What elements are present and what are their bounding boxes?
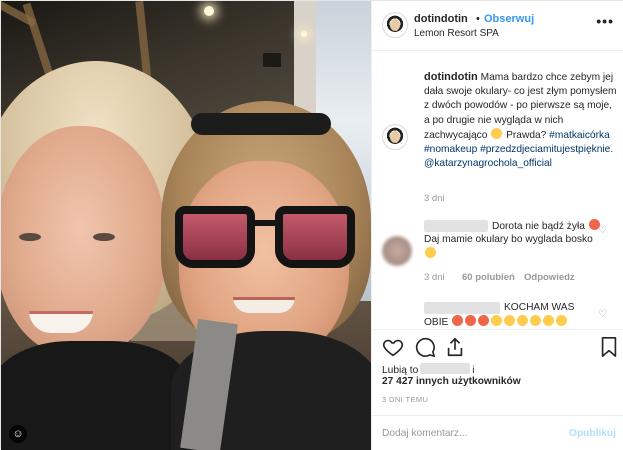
likes-prefix: Lubią to	[382, 365, 419, 376]
comment-text: OBIE	[424, 315, 604, 329]
tinted-glasses	[175, 206, 355, 268]
liker-username-blurred[interactable]	[420, 363, 471, 374]
person-left-eye	[19, 233, 41, 241]
heart-eyes-emoji-icon	[452, 315, 464, 326]
ceiling-vent	[263, 53, 281, 67]
ceiling-lamp	[301, 31, 307, 37]
share-icon[interactable]	[444, 336, 466, 358]
bookmark-icon[interactable]	[598, 336, 620, 358]
publish-button[interactable]: Opublikuj	[569, 428, 616, 439]
caption-username[interactable]: dotindotin	[424, 71, 478, 83]
post-header: dotindotin • Obserwuj Lemon Resort SPA •…	[372, 1, 623, 51]
smile-emoji-icon	[491, 315, 503, 326]
laughing-emoji-icon	[491, 127, 503, 139]
separator-dot: •	[476, 13, 480, 25]
glasses-lens	[275, 206, 355, 268]
post-date[interactable]: 3 DNI TEMU	[382, 395, 428, 404]
comment-likes-count[interactable]: 60 polubień	[462, 272, 515, 283]
comment-text: Daj mamie okulary bo wyglada bosko	[424, 233, 604, 262]
post-sidebar: dotindotin • Obserwuj Lemon Resort SPA •…	[371, 1, 623, 450]
heart-icon[interactable]	[382, 336, 404, 358]
commenter-avatar[interactable]	[382, 236, 412, 266]
heart-eyes-emoji-icon	[478, 315, 490, 326]
smile-emoji-icon	[517, 315, 529, 326]
follow-button[interactable]: Obserwuj	[484, 13, 534, 25]
smile-emoji-icon	[425, 247, 436, 259]
ceiling-lamp	[204, 6, 214, 16]
person-right-smile	[233, 297, 295, 313]
person-left-eye	[93, 233, 115, 241]
glasses-bridge	[253, 220, 277, 226]
hashtag-link[interactable]: #matkaicórka	[549, 130, 610, 141]
author-username[interactable]: dotindotin	[414, 13, 468, 25]
action-bar	[372, 329, 623, 363]
mention-link[interactable]: @katarzynagrochola_official	[424, 158, 552, 169]
commenter-username-blurred[interactable]	[424, 220, 488, 232]
likes-line: Lubią to i	[382, 363, 475, 377]
comments-section[interactable]: dotindotin Mama bardzo chce zebym jej da…	[372, 52, 623, 329]
hashtag-link[interactable]: #przedzdjeciamitujestpięknie.	[480, 144, 613, 155]
add-comment-section: Opublikuj	[372, 415, 623, 450]
comment-input[interactable]	[382, 425, 552, 441]
post-caption: dotindotin Mama bardzo chce zebym jej da…	[424, 70, 618, 171]
commenter-username-blurred[interactable]	[424, 302, 500, 314]
smile-emoji-icon	[543, 315, 555, 326]
comment-like-icon[interactable]: ♡	[598, 310, 608, 320]
author-avatar[interactable]	[382, 12, 408, 38]
sunglasses-on-head	[191, 113, 331, 135]
comment-text: KOCHAM WAS	[504, 302, 575, 313]
glasses-lens	[175, 206, 255, 268]
caption-age[interactable]: 3 dni	[424, 193, 445, 204]
smile-emoji-icon	[530, 315, 542, 326]
comment-age[interactable]: 3 dni	[424, 272, 445, 283]
smile-emoji-icon	[504, 315, 516, 326]
comment-icon[interactable]	[414, 336, 436, 358]
caption-author-avatar[interactable]	[382, 124, 408, 150]
heart-eyes-emoji-icon	[465, 315, 477, 326]
location-link[interactable]: Lemon Resort SPA	[414, 28, 499, 39]
likes-suffix: i	[472, 365, 475, 376]
person-left-top	[1, 341, 191, 450]
more-options-icon[interactable]: •••	[596, 13, 614, 29]
caption-question: Prawda?	[506, 129, 547, 141]
instagram-post: ☺ dotindotin • Obserwuj Lemon Resort SPA…	[0, 0, 623, 450]
post-photo[interactable]: ☺	[1, 1, 371, 450]
smile-emoji-icon	[556, 315, 568, 326]
hashtag-link[interactable]: #nomakeup	[424, 144, 477, 155]
comment-like-icon[interactable]: ♡	[598, 226, 608, 236]
reply-button[interactable]: Odpowiedz	[524, 272, 575, 283]
user-tag-icon[interactable]: ☺	[9, 425, 27, 443]
likes-count[interactable]: 27 427 innych użytkowników	[382, 376, 521, 387]
